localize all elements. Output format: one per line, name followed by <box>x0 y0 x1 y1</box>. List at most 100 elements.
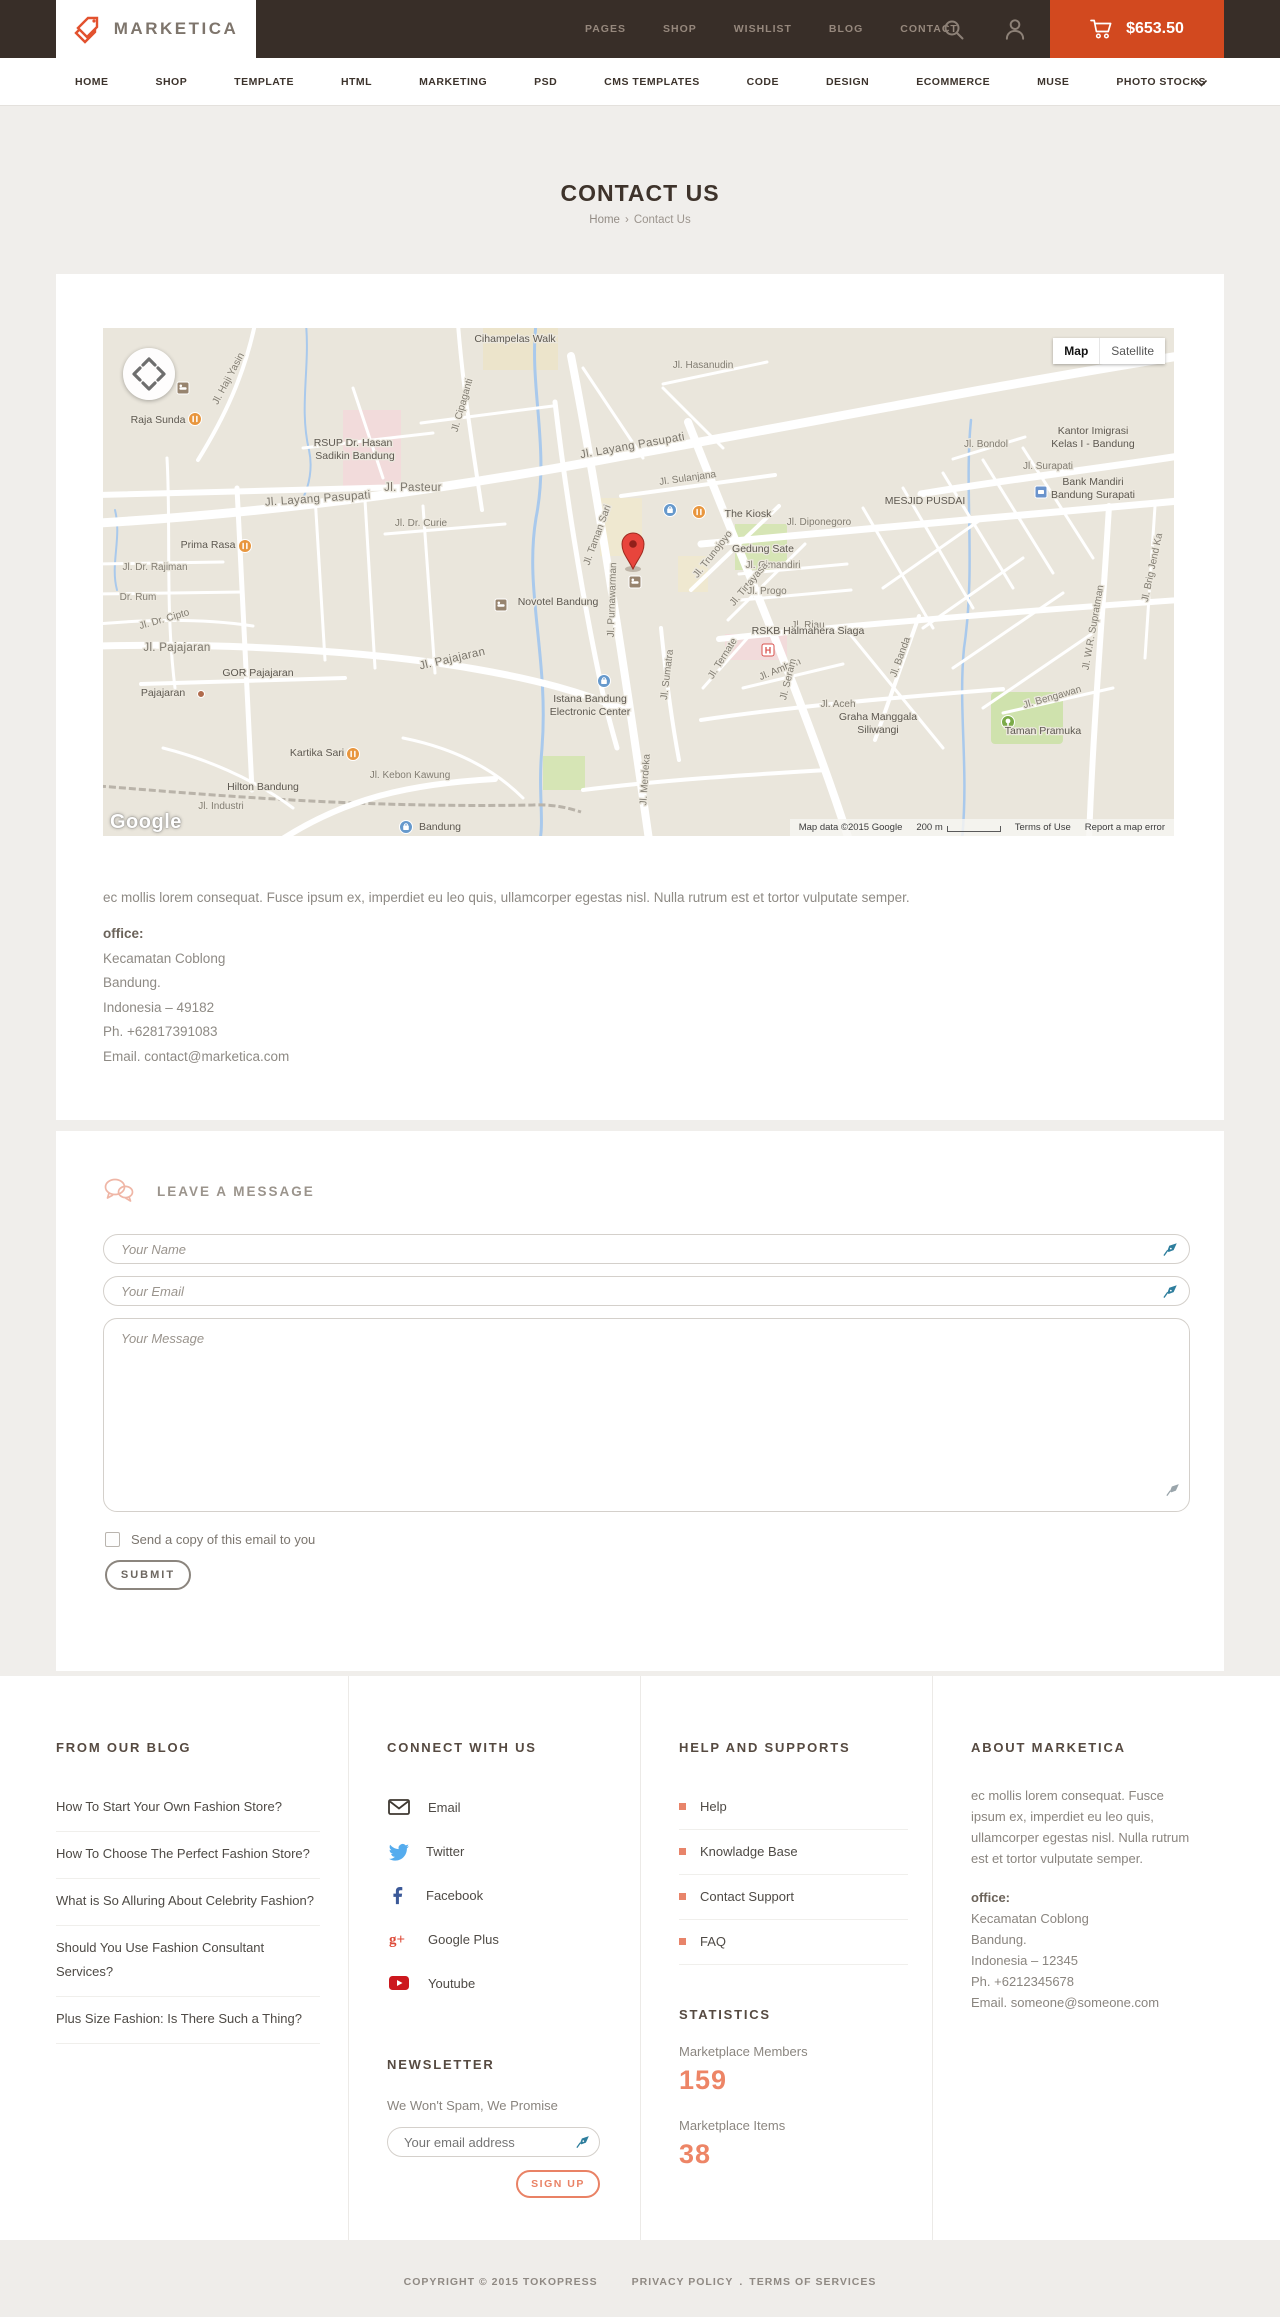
category-link[interactable]: TEMPLATE <box>234 76 294 88</box>
category-link[interactable]: DESIGN <box>826 76 869 88</box>
send-copy-option[interactable]: Send a copy of this email to you <box>105 1532 315 1547</box>
map-type-switcher: Map Satellite <box>1053 338 1165 364</box>
office-line: Indonesia – 49182 <box>103 999 215 1015</box>
bank-poi-icon <box>1034 485 1048 499</box>
topnav-link[interactable]: SHOP <box>663 23 697 35</box>
cart-button[interactable]: $653.50 <box>1050 0 1224 58</box>
topnav-link[interactable]: BLOG <box>829 23 863 35</box>
social-link-youtube[interactable]: Youtube <box>387 1961 616 2005</box>
blog-post-item: Should You Use Fashion Consultant Servic… <box>56 1926 320 1998</box>
newsletter-email-input[interactable] <box>387 2127 600 2157</box>
help-link-item[interactable]: Contact Support <box>679 1875 908 1920</box>
name-input[interactable] <box>103 1234 1190 1264</box>
privacy-policy-link[interactable]: PRIVACY POLICY <box>632 2276 734 2288</box>
svg-text:Jl. Dr. Curie: Jl. Dr. Curie <box>395 518 448 529</box>
google-plus-icon: g+ <box>389 1932 405 1948</box>
svg-text:Kantor Imigrasi: Kantor Imigrasi <box>1058 425 1129 437</box>
svg-text:Jl. Industri: Jl. Industri <box>198 801 244 812</box>
hotel-poi-icon <box>176 381 190 395</box>
office-line: Indonesia – 12345 <box>971 1953 1078 1968</box>
help-link-item[interactable]: FAQ <box>679 1920 908 1965</box>
message-textarea[interactable] <box>103 1318 1190 1512</box>
breadcrumb-home-link[interactable]: Home <box>589 214 620 226</box>
map-view-button[interactable]: Map <box>1053 338 1100 364</box>
blog-post-link[interactable]: Plus Size Fashion: Is There Such a Thing… <box>56 1997 320 2043</box>
contact-info-card: H Cihampelas Walk Jl. Hasanudin Jl. Haji Y… <box>56 274 1224 1120</box>
topnav-link[interactable]: PAGES <box>585 23 626 35</box>
help-link[interactable]: Help <box>700 1799 727 1814</box>
twitter-icon <box>388 1843 409 1861</box>
svg-text:Jl. Pajajaran: Jl. Pajajaran <box>143 642 210 654</box>
user-account-icon[interactable] <box>1002 16 1028 47</box>
blog-post-link[interactable]: What is So Alluring About Celebrity Fash… <box>56 1879 320 1925</box>
office-line: Kecamatan Coblong <box>971 1911 1089 1926</box>
stat-members: Marketplace Members 159 <box>679 2044 908 2096</box>
sign-up-button[interactable]: SIGN UP <box>516 2170 600 2198</box>
brand-logo[interactable]: MARKETICA <box>56 0 256 58</box>
help-link[interactable]: FAQ <box>700 1934 726 1949</box>
copyright-bar: COPYRIGHT © 2015 TOKOPRESS PRIVACY POLIC… <box>0 2240 1280 2317</box>
satellite-view-button[interactable]: Satellite <box>1099 338 1165 364</box>
send-copy-checkbox[interactable] <box>105 1532 120 1547</box>
category-link[interactable]: CODE <box>747 76 779 88</box>
social-link-twitter[interactable]: Twitter <box>387 1829 616 1873</box>
category-link[interactable]: HOME <box>75 76 109 88</box>
restaurant-poi-icon <box>346 747 360 761</box>
help-link-item[interactable]: Knowladge Base <box>679 1830 908 1875</box>
submit-button[interactable]: SUBMIT <box>105 1560 191 1590</box>
blog-post-item: How To Choose The Perfect Fashion Store? <box>56 1832 320 1880</box>
category-link[interactable]: MUSE <box>1037 76 1069 88</box>
shopping-poi-icon <box>399 820 413 834</box>
blog-post-link[interactable]: How To Start Your Own Fashion Store? <box>56 1785 320 1831</box>
category-link[interactable]: CMS TEMPLATES <box>604 76 700 88</box>
map-data-credit: Map data ©2015 Google <box>798 822 903 833</box>
hotel-poi-icon <box>494 598 508 612</box>
category-link[interactable]: MARKETING <box>419 76 487 88</box>
restaurant-poi-icon <box>692 505 706 519</box>
shopping-poi-icon <box>597 674 611 688</box>
stat-items-value: 38 <box>679 2139 712 2169</box>
stat-items: Marketplace Items 38 <box>679 2118 908 2170</box>
pen-icon <box>1166 1483 1180 1502</box>
svg-text:Dr. Rum: Dr. Rum <box>120 592 157 603</box>
svg-text:Prima Rasa: Prima Rasa <box>181 539 236 551</box>
dot-poi-icon <box>197 690 205 698</box>
search-icon[interactable] <box>942 18 966 47</box>
map-attribution: Map data ©2015 Google 200 m Terms of Use… <box>789 819 1174 836</box>
map-pan-control[interactable] <box>123 348 175 400</box>
help-heading: HELP AND SUPPORTS <box>679 1740 851 1755</box>
footer-help-column: HELP AND SUPPORTS Help Knowladge Base Co… <box>640 1676 932 2240</box>
google-map[interactable]: H Cihampelas Walk Jl. Hasanudin Jl. Haji Y… <box>103 328 1174 836</box>
office-label: office: <box>103 926 144 941</box>
social-link-google-plus[interactable]: g+ Google Plus <box>387 1917 616 1961</box>
svg-text:Cihampelas Walk: Cihampelas Walk <box>474 333 556 345</box>
help-link-item[interactable]: Help <box>679 1785 908 1830</box>
category-link[interactable]: ECOMMERCE <box>916 76 990 88</box>
svg-text:Novotel Bandung: Novotel Bandung <box>518 596 599 608</box>
help-link[interactable]: Contact Support <box>700 1889 794 1904</box>
blog-post-link[interactable]: Should You Use Fashion Consultant Servic… <box>56 1926 320 1996</box>
category-link[interactable]: SHOP <box>155 76 187 88</box>
terms-of-services-link[interactable]: TERMS OF SERVICES <box>749 2276 876 2288</box>
blog-post-item: What is So Alluring About Celebrity Fash… <box>56 1879 320 1927</box>
office-line: Email. someone@someone.com <box>971 1995 1160 2010</box>
blog-post-link[interactable]: How To Choose The Perfect Fashion Store? <box>56 1832 320 1878</box>
category-link[interactable]: PHOTO STOCKS <box>1116 76 1206 88</box>
svg-text:Graha Manggala: Graha Manggala <box>839 711 917 723</box>
social-link-facebook[interactable]: Facebook <box>387 1873 616 1917</box>
terms-of-use-link[interactable]: Terms of Use <box>1015 822 1071 833</box>
divider <box>56 2043 320 2045</box>
form-heading: LEAVE A MESSAGE <box>157 1183 315 1199</box>
help-link[interactable]: Knowladge Base <box>700 1844 798 1859</box>
report-map-error-link[interactable]: Report a map error <box>1085 822 1165 833</box>
email-input[interactable] <box>103 1276 1190 1306</box>
topnav-link[interactable]: WISHLIST <box>734 23 792 35</box>
social-link-email[interactable]: Email <box>387 1785 616 1829</box>
newsletter-tagline: We Won't Spam, We Promise <box>387 2098 558 2113</box>
category-link[interactable]: HTML <box>341 76 372 88</box>
category-link[interactable]: PSD <box>534 76 557 88</box>
svg-text:Jl. Dr. Rajiman: Jl. Dr. Rajiman <box>122 562 187 573</box>
youtube-icon <box>389 1976 409 1990</box>
statistics-heading: STATISTICS <box>679 2007 771 2022</box>
chevron-down-icon[interactable] <box>1195 75 1208 93</box>
